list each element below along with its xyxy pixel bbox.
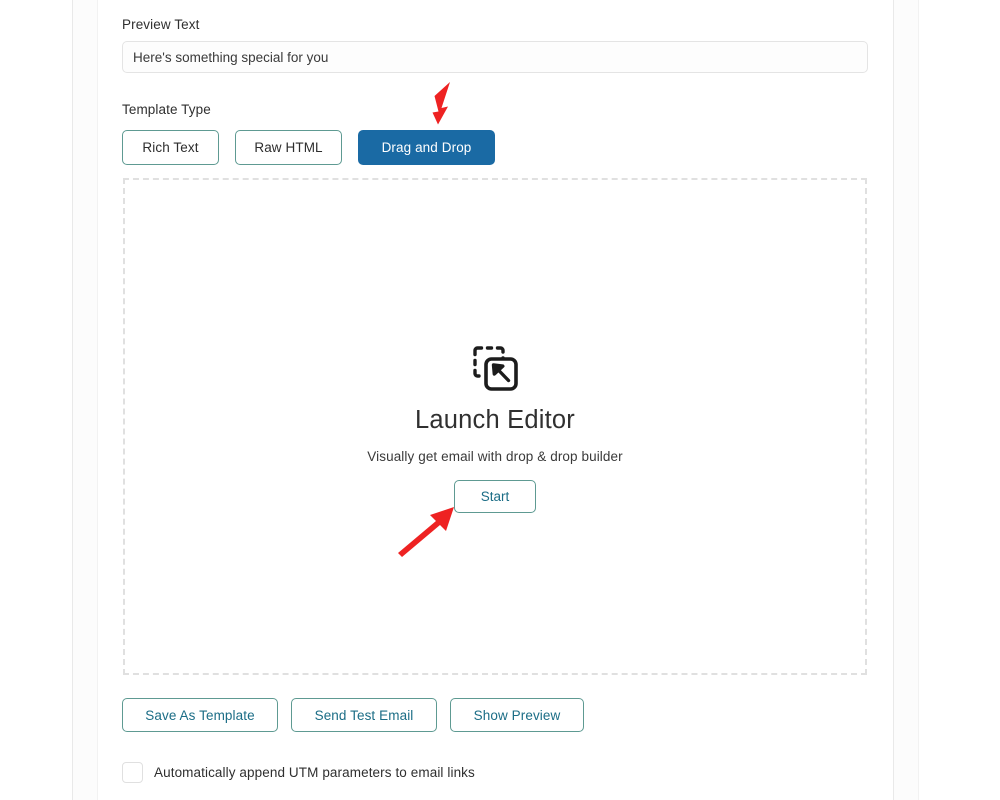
template-type-raw-html-button[interactable]: Raw HTML [235, 130, 342, 165]
send-test-email-button[interactable]: Send Test Email [291, 698, 437, 732]
left-gutter-panel [73, 0, 97, 800]
template-type-label: Template Type [122, 102, 211, 117]
drag-and-drop-cursor-icon [473, 346, 518, 391]
right-divider-outer [918, 0, 919, 800]
left-divider-outer [72, 0, 73, 800]
save-as-template-button[interactable]: Save As Template [122, 698, 278, 732]
template-type-button-group: Rich Text Raw HTML Drag and Drop [122, 130, 495, 165]
form-action-buttons: Save As Template Send Test Email Show Pr… [122, 698, 584, 732]
utm-parameters-checkbox[interactable] [122, 762, 143, 783]
utm-parameters-label[interactable]: Automatically append UTM parameters to e… [154, 765, 475, 780]
left-divider-inner [97, 0, 98, 800]
right-gutter-panel [894, 0, 918, 800]
start-button[interactable]: Start [454, 480, 536, 513]
template-type-drag-and-drop-button[interactable]: Drag and Drop [358, 130, 495, 165]
drag-and-drop-canvas[interactable]: Launch Editor Visually get email with dr… [123, 178, 867, 675]
email-template-form: Preview Text Template Type Rich Text Raw… [122, 0, 868, 800]
template-type-rich-text-button[interactable]: Rich Text [122, 130, 219, 165]
right-divider-inner [893, 0, 894, 800]
launch-editor-subtitle: Visually get email with drop & drop buil… [367, 449, 623, 464]
preview-text-input[interactable] [122, 41, 868, 73]
utm-parameters-row: Automatically append UTM parameters to e… [122, 762, 475, 783]
launch-editor-title: Launch Editor [415, 406, 575, 434]
preview-text-label: Preview Text [122, 17, 200, 32]
show-preview-button[interactable]: Show Preview [450, 698, 584, 732]
